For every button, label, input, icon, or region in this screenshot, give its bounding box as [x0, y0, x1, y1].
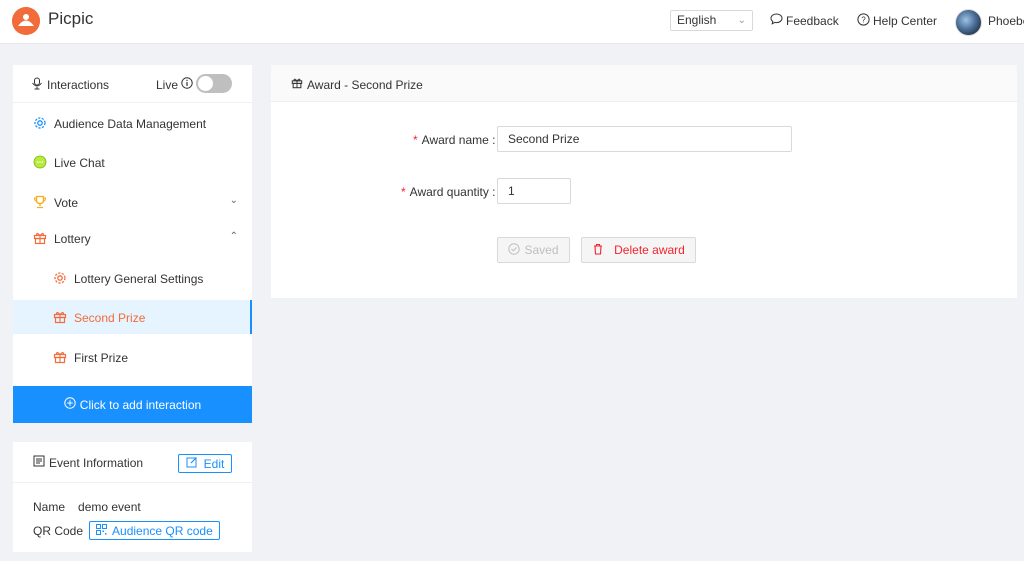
interactions-header: Interactions Live [13, 65, 252, 103]
saved-label: Saved [524, 243, 559, 257]
delete-award-label: Delete award [614, 243, 685, 257]
event-information-title: Event Information [33, 455, 143, 470]
gift-icon [53, 310, 67, 324]
event-information-header: Event Information Edit [13, 442, 252, 483]
sidebar-item-label: First Prize [74, 351, 128, 365]
document-icon [33, 455, 45, 470]
app-logo-icon[interactable] [12, 7, 40, 35]
app-title[interactable]: Picpic [48, 9, 93, 29]
interactions-title-label: Interactions [47, 78, 110, 92]
feedback-link[interactable]: Feedback [770, 13, 839, 28]
language-value: English [677, 13, 717, 27]
add-interaction-label: Click to add interaction [79, 397, 202, 412]
label-colon: : [488, 185, 496, 199]
saved-button[interactable]: Saved [497, 237, 570, 263]
sidebar-item-vote[interactable]: Vote ⌄ [13, 185, 252, 219]
gift-icon [33, 231, 47, 245]
trophy-icon [33, 195, 47, 209]
gift-icon [291, 77, 303, 92]
award-header: Award - Second Prize [271, 65, 1017, 102]
sidebar-item-lottery[interactable]: Lottery ⌃ [13, 221, 252, 255]
trash-icon [592, 243, 604, 258]
gear-icon [33, 116, 47, 130]
live-toggle[interactable] [196, 74, 232, 93]
username[interactable]: Phoebe [988, 14, 1024, 28]
feedback-label: Feedback [786, 13, 839, 28]
check-circle-icon [508, 242, 521, 258]
award-title-label: Award - Second Prize [307, 77, 423, 92]
microphone-icon [31, 77, 43, 93]
event-information-panel: Event Information Edit Name demo event Q… [13, 442, 252, 552]
delete-award-button[interactable]: Delete award [581, 237, 696, 263]
required-mark: * [401, 185, 406, 199]
event-information-label: Event Information [49, 455, 144, 470]
label-colon: : [488, 133, 496, 147]
sidebar-item-label: Audience Data Management [54, 117, 207, 131]
qr-code-icon [96, 523, 108, 538]
award-name-label: * Award name : [413, 133, 496, 147]
help-center-label: Help Center [873, 14, 938, 28]
edit-button[interactable]: Edit [178, 454, 232, 473]
avatar[interactable] [955, 9, 982, 36]
plus-circle-icon [64, 397, 76, 412]
award-name-label-text: Award name [421, 133, 489, 147]
qr-code-key: QR Code [33, 523, 84, 538]
sidebar-item-label: Lottery [54, 232, 91, 246]
event-name-key: Name [33, 500, 66, 514]
sidebar-item-label: Second Prize [74, 311, 146, 325]
toggle-knob [198, 76, 213, 91]
qr-code-row: QR Code Audience QR code [33, 521, 220, 540]
live-label-text: Live [156, 77, 179, 92]
sidebar-item-second-prize[interactable]: Second Prize [13, 300, 252, 334]
interactions-panel: Interactions Live Audience Data Manageme… [13, 65, 252, 423]
sidebar-item-first-prize[interactable]: First Prize [13, 340, 252, 374]
sidebar-item-live-chat[interactable]: Live Chat [13, 145, 252, 179]
chevron-down-icon: ⌄ [737, 15, 746, 26]
edit-label: Edit [203, 456, 225, 471]
award-quantity-input[interactable]: 1 [497, 178, 571, 204]
add-interaction-button[interactable]: Click to add interaction [13, 386, 252, 423]
sidebar-item-lottery-settings[interactable]: Lottery General Settings [13, 261, 252, 295]
interactions-title: Interactions [31, 77, 109, 93]
top-bar: Picpic English ⌄ Feedback ? Help Center … [0, 0, 1024, 44]
chevron-down-icon: ⌄ [229, 195, 238, 206]
award-quantity-label: * Award quantity : [401, 185, 496, 199]
live-label: Live [156, 77, 193, 92]
help-center-link[interactable]: ? Help Center [857, 13, 937, 29]
sidebar-item-label: Vote [54, 196, 79, 210]
event-name-row: Name demo event [33, 500, 141, 514]
gear-icon [53, 271, 67, 285]
question-circle-icon: ? [857, 13, 870, 29]
sidebar-item-label: Live Chat [54, 156, 105, 170]
chevron-up-icon: ⌃ [229, 231, 238, 242]
sidebar-item-label: Lottery General Settings [74, 272, 204, 286]
sidebar-item-audience-data[interactable]: Audience Data Management [13, 106, 252, 140]
award-name-input[interactable]: Second Prize [497, 126, 792, 152]
edit-icon [186, 456, 198, 471]
svg-text:?: ? [861, 16, 866, 25]
audience-qr-code-label: Audience QR code [112, 523, 213, 538]
chat-icon [33, 155, 47, 169]
award-panel: Award - Second Prize * Award name : Secon… [271, 65, 1017, 298]
chat-bubble-icon [770, 13, 783, 28]
award-title: Award - Second Prize [291, 77, 423, 92]
info-icon[interactable] [181, 77, 193, 92]
required-mark: * [413, 133, 418, 147]
award-quantity-label-text: Award quantity [409, 185, 489, 199]
audience-qr-code-button[interactable]: Audience QR code [89, 521, 220, 540]
gift-icon [53, 350, 67, 364]
event-name-value: demo event [78, 500, 141, 514]
language-select[interactable]: English ⌄ [670, 10, 753, 31]
